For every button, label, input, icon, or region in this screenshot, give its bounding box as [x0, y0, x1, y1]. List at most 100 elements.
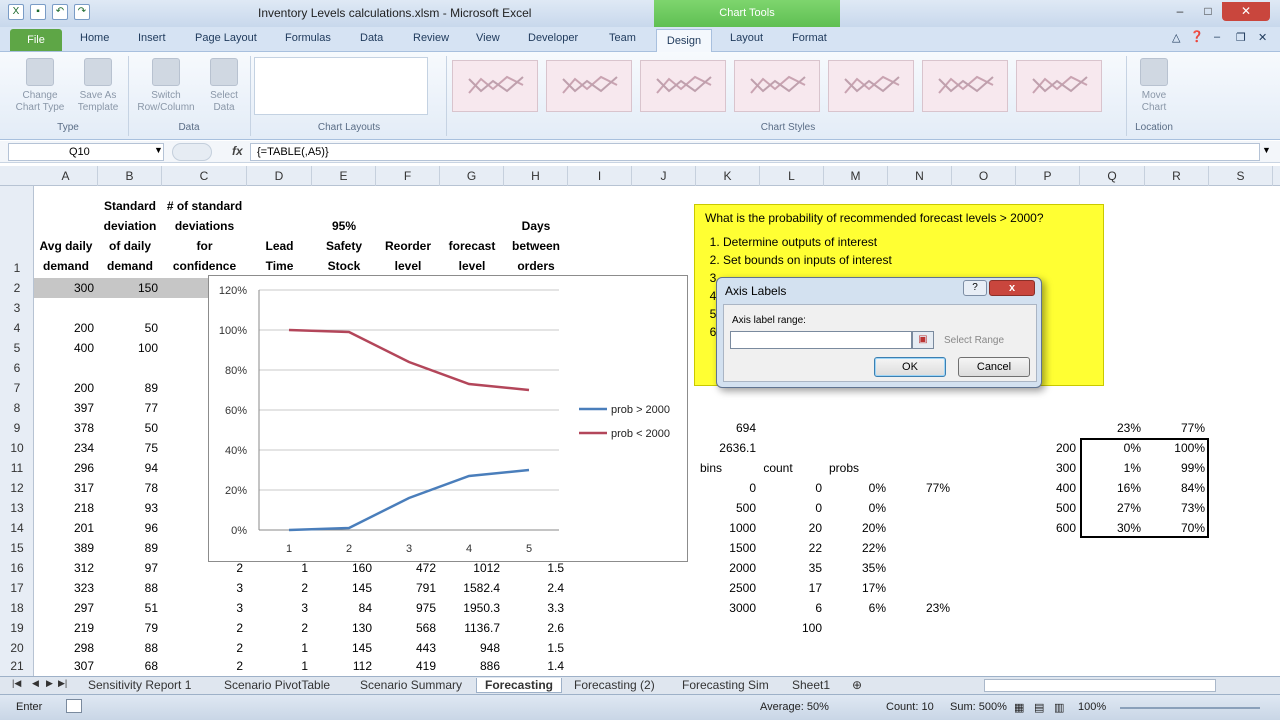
cell-bin[interactable]: 1500 — [696, 541, 756, 555]
header-cell-f[interactable]: Reorder level — [372, 236, 444, 276]
cell-h[interactable]: 1.5 — [504, 561, 564, 575]
cell-probs-label[interactable]: probs — [814, 461, 874, 475]
cell-b7[interactable]: 89 — [98, 381, 158, 395]
sheet-tab[interactable]: Scenario Summary — [360, 678, 462, 692]
cell-prob[interactable]: 20% — [824, 521, 886, 535]
cell-b20[interactable]: 88 — [98, 641, 158, 655]
collapse-dialog-icon[interactable]: ▣ — [912, 331, 934, 349]
header-cell-b[interactable]: Standard deviation of daily demand — [94, 196, 166, 276]
cell-h[interactable]: 1.5 — [504, 641, 564, 655]
cell-count-label[interactable]: count — [748, 461, 808, 475]
cell-h[interactable]: 2.4 — [504, 581, 564, 595]
cell-d[interactable]: 1 — [247, 659, 308, 673]
cell-prob[interactable]: 0% — [824, 501, 886, 515]
cell-b19[interactable]: 79 — [98, 621, 158, 635]
sheet-nav-next-icon[interactable]: ▶ — [46, 678, 53, 689]
sheet-tab[interactable]: Scenario PivotTable — [224, 678, 330, 692]
cell-g[interactable]: 1950.3 — [440, 601, 500, 615]
cell-b2[interactable]: 150 — [98, 281, 158, 295]
cell-a9[interactable]: 378 — [34, 421, 94, 435]
cell-a21[interactable]: 307 — [34, 659, 94, 673]
cell-g[interactable]: 1012 — [440, 561, 500, 575]
cell-prob[interactable]: 6% — [824, 601, 886, 615]
page-layout-view-icon[interactable]: ▤ — [1034, 701, 1044, 714]
sheet-nav-first-icon[interactable]: |◀ — [12, 678, 21, 689]
line-chart[interactable]: 0% 20% 40% 60% 80% 100% 120% 1 2 3 4 5 prob > 2000 pr… — [208, 275, 688, 562]
cell-g[interactable]: 1582.4 — [440, 581, 500, 595]
cell-count[interactable]: 22 — [760, 541, 822, 555]
cell-g[interactable]: 886 — [440, 659, 500, 673]
cell-c[interactable]: 3 — [162, 581, 243, 595]
cell-b11[interactable]: 94 — [98, 461, 158, 475]
cell-a2[interactable]: 300 — [34, 281, 94, 295]
header-cell-c[interactable]: # of standard deviations for confidence — [158, 196, 251, 276]
cell-r9[interactable]: 77% — [1145, 421, 1205, 435]
cell-a8[interactable]: 397 — [34, 401, 94, 415]
header-cell-e[interactable]: 95% Safety Stock — [308, 216, 380, 276]
cell-a7[interactable]: 200 — [34, 381, 94, 395]
ok-button[interactable]: OK — [874, 357, 946, 377]
cell-b18[interactable]: 51 — [98, 601, 158, 615]
normal-view-icon[interactable]: ▦ — [1014, 701, 1024, 714]
cell-b15[interactable]: 89 — [98, 541, 158, 555]
cell-count[interactable]: 0 — [760, 501, 822, 515]
sheet-tab[interactable]: Sensitivity Report 1 — [88, 678, 191, 692]
cell-count[interactable]: 0 — [760, 481, 822, 495]
macro-record-icon[interactable] — [66, 699, 82, 713]
cell-e[interactable]: 112 — [312, 659, 372, 673]
cell-c[interactable]: 3 — [162, 601, 243, 615]
cell-f[interactable]: 568 — [376, 621, 436, 635]
cell-d[interactable]: 2 — [247, 581, 308, 595]
cell-d[interactable]: 1 — [247, 641, 308, 655]
cell-prob[interactable]: 35% — [824, 561, 886, 575]
sheet-nav-prev-icon[interactable]: ◀ — [32, 678, 39, 689]
sheet-tab-active[interactable]: Forecasting — [476, 678, 563, 693]
cell-a12[interactable]: 317 — [34, 481, 94, 495]
header-cell-a[interactable]: Avg daily demand — [30, 236, 102, 276]
cell-d[interactable]: 2 — [247, 621, 308, 635]
cell-bin[interactable]: 1000 — [696, 521, 756, 535]
cell-bin[interactable]: 2000 — [696, 561, 756, 575]
cell-f[interactable]: 791 — [376, 581, 436, 595]
cell-d[interactable]: 1 — [247, 561, 308, 575]
cell-b12[interactable]: 78 — [98, 481, 158, 495]
cell-e[interactable]: 145 — [312, 641, 372, 655]
cell-b14[interactable]: 96 — [98, 521, 158, 535]
cell-a11[interactable]: 296 — [34, 461, 94, 475]
sheet-nav-last-icon[interactable]: ▶| — [58, 678, 67, 689]
cell-a4[interactable]: 200 — [34, 321, 94, 335]
cell-a17[interactable]: 323 — [34, 581, 94, 595]
cell-f[interactable]: 975 — [376, 601, 436, 615]
cell-a16[interactable]: 312 — [34, 561, 94, 575]
cell-c[interactable]: 2 — [162, 561, 243, 575]
sheet-tab[interactable]: Forecasting Sim — [682, 678, 769, 692]
cell-p[interactable]: 500 — [1016, 501, 1076, 515]
cell-b8[interactable]: 77 — [98, 401, 158, 415]
cell-b21[interactable]: 68 — [98, 659, 158, 673]
cell-d[interactable]: 3 — [247, 601, 308, 615]
sheet-tab[interactable]: Sheet1 — [792, 678, 830, 692]
cell-l19[interactable]: 100 — [760, 621, 822, 635]
dialog-help-button[interactable]: ? — [963, 280, 987, 296]
cell-bin[interactable]: 500 — [696, 501, 756, 515]
cell-bin[interactable]: 0 — [696, 481, 756, 495]
header-cell-g[interactable]: forecast level — [436, 236, 508, 276]
cell-bins-label[interactable]: bins — [684, 461, 738, 475]
cell-a19[interactable]: 219 — [34, 621, 94, 635]
cell-count[interactable]: 17 — [760, 581, 822, 595]
cell-prob[interactable]: 22% — [824, 541, 886, 555]
cell-b9[interactable]: 50 — [98, 421, 158, 435]
cell-p[interactable]: 300 — [1016, 461, 1076, 475]
cell-e[interactable]: 160 — [312, 561, 372, 575]
cancel-button[interactable]: Cancel — [958, 357, 1030, 377]
cell-n12[interactable]: 77% — [888, 481, 950, 495]
cell-count[interactable]: 6 — [760, 601, 822, 615]
cell-k10[interactable]: 2636.1 — [696, 441, 756, 455]
cell-a5[interactable]: 400 — [34, 341, 94, 355]
cell-b4[interactable]: 50 — [98, 321, 158, 335]
cell-bin[interactable]: 3000 — [696, 601, 756, 615]
horizontal-scrollbar[interactable] — [984, 679, 1216, 692]
cell-b16[interactable]: 97 — [98, 561, 158, 575]
cell-prob[interactable]: 0% — [824, 481, 886, 495]
cell-n18[interactable]: 23% — [888, 601, 950, 615]
